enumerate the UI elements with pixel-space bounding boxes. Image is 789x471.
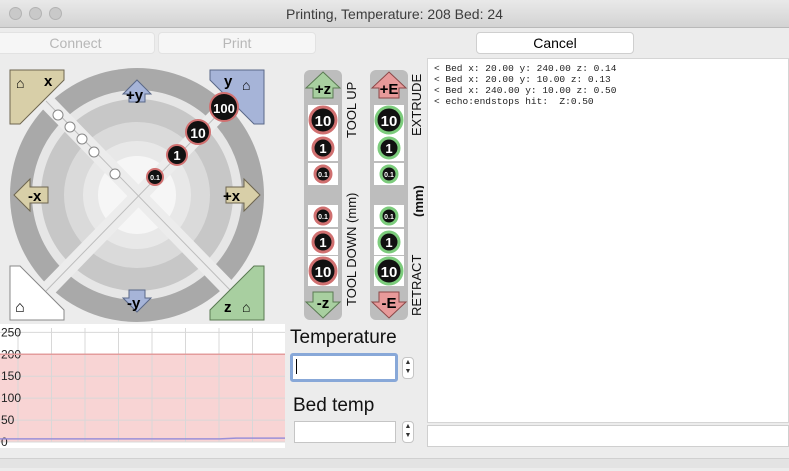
text-caret xyxy=(296,359,297,374)
home-y-icon: ⌂ xyxy=(242,77,250,93)
z-down-0.1-label: 0.1 xyxy=(318,214,328,221)
y-tick-label: 250 xyxy=(1,325,21,339)
z-down-10-label: 10 xyxy=(315,264,332,281)
command-input[interactable] xyxy=(427,425,789,447)
plus-x-label: +x xyxy=(223,188,241,205)
temperature-label: Temperature xyxy=(290,327,397,348)
y-tick-label: 150 xyxy=(1,369,21,383)
tool-up-label: TOOL UP xyxy=(344,82,359,138)
home-z-label: z xyxy=(224,299,232,316)
plus-y-label: +y xyxy=(126,87,144,104)
home-all-icon: ⌂ xyxy=(15,299,25,316)
z-e-axis-control: +z 10 1 0.1 0.1 1 10 -z TOOL UP TOOL DOW… xyxy=(304,70,424,320)
bed-temp-label: Bed temp xyxy=(293,395,375,416)
log-line: < Bed x: 20.00 y: 10.00 z: 0.13 xyxy=(434,74,611,85)
retract-10-label: 10 xyxy=(381,264,398,281)
y-tick-label: 0 xyxy=(1,435,8,448)
temperature-graph: 050100150200250 xyxy=(0,324,285,448)
plus-z-label: +z xyxy=(315,81,331,98)
minus-x-label: -x xyxy=(28,188,42,205)
step-label-100: 100 xyxy=(213,101,235,116)
retract-1-label: 1 xyxy=(385,235,392,250)
log-line: < echo:endstops hit: Z:0.50 xyxy=(434,96,594,107)
window-title: Printing, Temperature: 208 Bed: 24 xyxy=(286,6,503,22)
cancel-button[interactable]: Cancel xyxy=(476,32,634,54)
printer-window: Printing, Temperature: 208 Bed: 24 Conne… xyxy=(0,0,789,471)
xy-jog-control: x ⌂ y ⌂ ⌂ z ⌂ +y -y -x +x 0.1 1 10 100 xyxy=(9,68,265,322)
minus-y-label: -y xyxy=(127,295,141,312)
connect-button[interactable]: Connect xyxy=(0,32,155,54)
series-line-0 xyxy=(0,437,285,440)
home-x-label: x xyxy=(44,73,53,90)
z-up-1-label: 1 xyxy=(319,141,326,156)
bed-temp-stepper[interactable]: ▲ ▼ xyxy=(402,421,414,443)
title-bar: Printing, Temperature: 208 Bed: 24 xyxy=(0,0,789,28)
extrude-1-label: 1 xyxy=(385,141,392,156)
minus-z-label: -z xyxy=(317,295,330,312)
retract-label: RETRACT xyxy=(409,255,424,316)
y-tick-label: 100 xyxy=(1,391,21,405)
tool-down-label: TOOL DOWN (mm) xyxy=(344,193,359,306)
step-label-1: 1 xyxy=(173,148,180,163)
print-button[interactable]: Print xyxy=(158,32,316,54)
mm-label: (mm) xyxy=(411,185,424,217)
temperature-stepper[interactable]: ▲ ▼ xyxy=(402,357,414,379)
log-line: < Bed x: 20.00 y: 240.00 z: 0.14 xyxy=(434,63,617,74)
z-up-0.1-label: 0.1 xyxy=(318,172,328,179)
home-x-icon: ⌂ xyxy=(16,75,24,91)
bed-temp-input[interactable] xyxy=(294,421,396,443)
extrude-10-label: 10 xyxy=(381,113,398,130)
y-tick-label: 50 xyxy=(1,413,15,427)
step-label-0.1: 0.1 xyxy=(150,175,160,182)
extrude-0.1-label: 0.1 xyxy=(384,172,394,179)
home-z-icon: ⌂ xyxy=(242,299,250,315)
status-bar xyxy=(0,458,789,468)
z-down-1-label: 1 xyxy=(319,235,326,250)
temperature-input[interactable] xyxy=(290,353,398,382)
minus-e-label: -E xyxy=(382,295,397,312)
z-up-10-label: 10 xyxy=(315,113,332,130)
retract-0.1-label: 0.1 xyxy=(384,214,394,221)
plus-e-label: +E xyxy=(380,81,399,98)
home-y-label: y xyxy=(224,73,233,90)
extrude-label: EXTRUDE xyxy=(409,74,424,136)
console-log[interactable]: < Bed x: 20.00 y: 240.00 z: 0.14 < Bed x… xyxy=(427,58,789,423)
step-label-10: 10 xyxy=(190,125,206,141)
log-line: < Bed x: 240.00 y: 10.00 z: 0.50 xyxy=(434,85,617,96)
